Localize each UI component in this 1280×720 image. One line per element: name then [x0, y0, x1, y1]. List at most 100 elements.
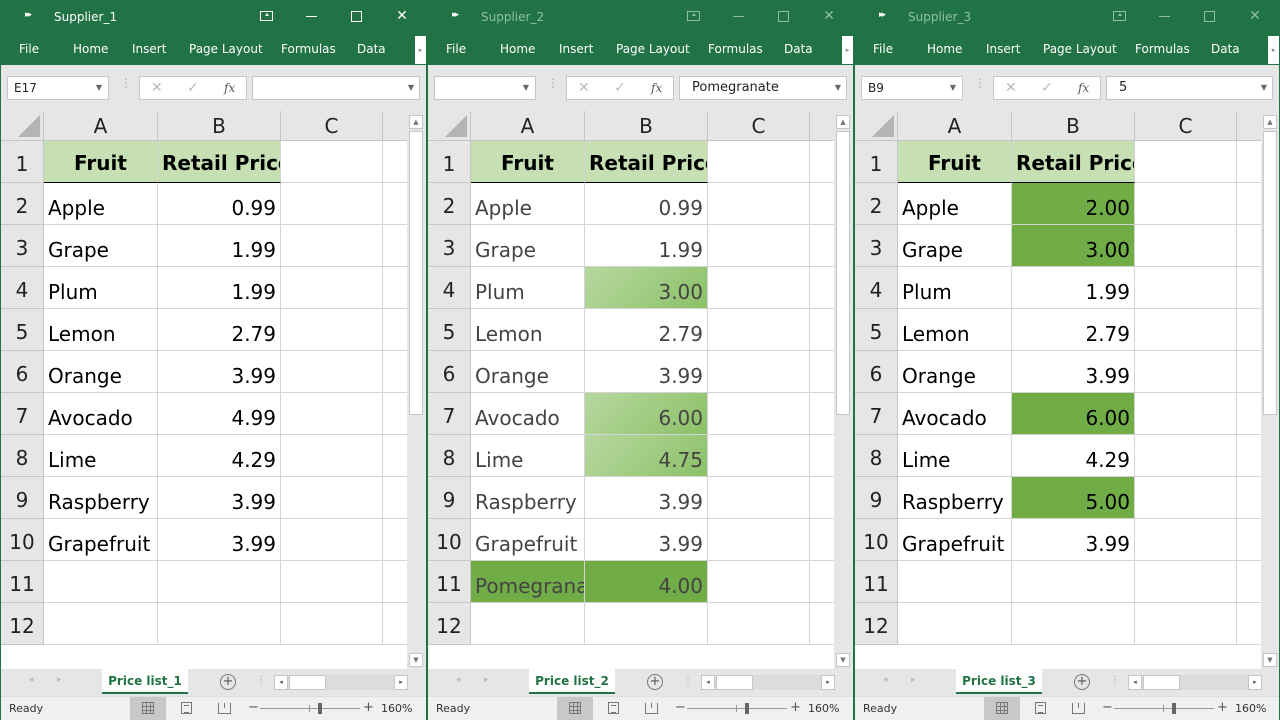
ribbon-scroll-right-button[interactable]: ▸ — [1268, 36, 1279, 64]
page-break-preview-button[interactable] — [633, 697, 669, 720]
cell-d1[interactable] — [810, 141, 834, 183]
quick-access-toolbar-icon[interactable]: ▸▸ — [25, 10, 32, 20]
cell-d7[interactable] — [810, 393, 834, 435]
sheet-tab[interactable]: Price list_1 — [102, 669, 188, 694]
ribbon-tab-data[interactable]: Data — [357, 42, 386, 56]
row-header-3[interactable]: 3 — [428, 225, 471, 267]
cell-b9[interactable]: 5.00 — [1012, 477, 1135, 519]
cell-c5[interactable] — [281, 309, 383, 351]
formula-input[interactable]: ▼ — [252, 76, 420, 100]
cell-d1[interactable] — [1237, 141, 1261, 183]
cell-d6[interactable] — [810, 351, 834, 393]
cell-c8[interactable] — [281, 435, 383, 477]
cell-b6[interactable]: 3.99 — [585, 351, 708, 393]
scroll-down-button[interactable]: ▼ — [1263, 653, 1277, 667]
insert-function-icon[interactable]: fx — [1078, 81, 1089, 95]
cell-d6[interactable] — [1237, 351, 1261, 393]
horizontal-scrollbar[interactable]: ◂ ▸ — [274, 675, 408, 690]
column-header-d[interactable] — [383, 111, 407, 141]
minimize-button[interactable] — [1152, 5, 1176, 27]
cell-a2[interactable]: Apple — [44, 183, 158, 225]
cell-c7[interactable] — [708, 393, 810, 435]
row-header-5[interactable]: 5 — [1, 309, 44, 351]
cell-c1[interactable] — [281, 141, 383, 183]
cell-c3[interactable] — [281, 225, 383, 267]
cell-d4[interactable] — [810, 267, 834, 309]
column-header-b[interactable]: B — [158, 111, 281, 141]
ribbon-tab-formulas[interactable]: Formulas — [1135, 42, 1190, 56]
zoom-level[interactable]: 160% — [1235, 702, 1266, 715]
cell-c9[interactable] — [708, 477, 810, 519]
cell-c5[interactable] — [708, 309, 810, 351]
row-header-10[interactable]: 10 — [855, 519, 898, 561]
normal-view-button[interactable] — [557, 697, 593, 720]
zoom-in-button[interactable]: + — [790, 700, 801, 715]
cell-b5[interactable]: 2.79 — [585, 309, 708, 351]
cell-b11[interactable] — [1012, 561, 1135, 603]
cell-d6[interactable] — [383, 351, 407, 393]
cell-c3[interactable] — [708, 225, 810, 267]
cell-b3[interactable]: 1.99 — [585, 225, 708, 267]
formula-input[interactable]: 5 ▼ — [1106, 76, 1273, 100]
ribbon-tab-home[interactable]: Home — [500, 42, 535, 56]
tab-split-grip[interactable]: ⋮ — [256, 675, 266, 686]
maximize-button[interactable] — [771, 5, 795, 27]
vertical-scrollbar[interactable]: ▲ ▼ — [834, 111, 853, 669]
row-header-1[interactable]: 1 — [1, 141, 44, 183]
cell-d9[interactable] — [810, 477, 834, 519]
row-header-9[interactable]: 9 — [855, 477, 898, 519]
cell-a6[interactable]: Orange — [44, 351, 158, 393]
cell-c1[interactable] — [1135, 141, 1237, 183]
cell-b1[interactable]: Retail Price — [1012, 141, 1135, 183]
page-break-preview-button[interactable] — [1060, 697, 1096, 720]
select-all-button[interactable] — [428, 111, 471, 141]
cell-c4[interactable] — [1135, 267, 1237, 309]
cell-d9[interactable] — [1237, 477, 1261, 519]
cell-a5[interactable]: Lemon — [471, 309, 585, 351]
cell-c7[interactable] — [281, 393, 383, 435]
cell-d10[interactable] — [383, 519, 407, 561]
ribbon-tab-insert[interactable]: Insert — [132, 42, 166, 56]
row-header-4[interactable]: 4 — [428, 267, 471, 309]
ribbon-tab-home[interactable]: Home — [927, 42, 962, 56]
cell-d2[interactable] — [810, 183, 834, 225]
column-header-c[interactable]: C — [708, 111, 810, 141]
horizontal-scroll-thumb[interactable] — [1143, 675, 1180, 690]
chevron-down-icon[interactable]: ▼ — [950, 77, 956, 99]
cell-d8[interactable] — [810, 435, 834, 477]
scroll-up-button[interactable]: ▲ — [836, 115, 850, 129]
new-sheet-button[interactable]: + — [220, 674, 236, 690]
expand-formula-bar-icon[interactable]: ▼ — [1261, 77, 1267, 99]
ribbon-tab-data[interactable]: Data — [1211, 42, 1240, 56]
cell-c8[interactable] — [708, 435, 810, 477]
cell-a11[interactable] — [898, 561, 1012, 603]
vertical-scrollbar[interactable]: ▲ ▼ — [407, 111, 426, 669]
row-header-8[interactable]: 8 — [428, 435, 471, 477]
cell-c2[interactable] — [708, 183, 810, 225]
row-header-12[interactable]: 12 — [1, 603, 44, 645]
worksheet-grid[interactable]: A B C 1 Fruit Retail Price 2 Apple 0.99 3 Grape 1.9… — [428, 111, 834, 669]
formula-bar-grip[interactable]: ⋮ — [120, 77, 132, 89]
ribbon-tab-formulas[interactable]: Formulas — [708, 42, 763, 56]
cell-b4[interactable]: 3.00 — [585, 267, 708, 309]
cell-b12[interactable] — [158, 603, 281, 645]
maximize-button[interactable] — [344, 5, 368, 27]
minimize-button[interactable] — [299, 5, 323, 27]
cell-c1[interactable] — [708, 141, 810, 183]
cell-a8[interactable]: Lime — [44, 435, 158, 477]
quick-access-toolbar-icon[interactable]: ▸▸ — [879, 10, 886, 20]
cell-b2[interactable]: 2.00 — [1012, 183, 1135, 225]
cell-c10[interactable] — [708, 519, 810, 561]
row-header-6[interactable]: 6 — [1, 351, 44, 393]
tab-split-grip[interactable]: ⋮ — [1110, 675, 1120, 686]
cell-b11[interactable]: 4.00 — [585, 561, 708, 603]
cell-b8[interactable]: 4.75 — [585, 435, 708, 477]
cancel-icon[interactable]: ✕ — [578, 80, 590, 96]
cell-a4[interactable]: Plum — [471, 267, 585, 309]
cell-a1[interactable]: Fruit — [898, 141, 1012, 183]
ribbon-tab-file[interactable]: File — [873, 42, 893, 56]
cell-c3[interactable] — [1135, 225, 1237, 267]
cell-a8[interactable]: Lime — [898, 435, 1012, 477]
zoom-level[interactable]: 160% — [808, 702, 839, 715]
zoom-in-button[interactable]: + — [1217, 700, 1228, 715]
